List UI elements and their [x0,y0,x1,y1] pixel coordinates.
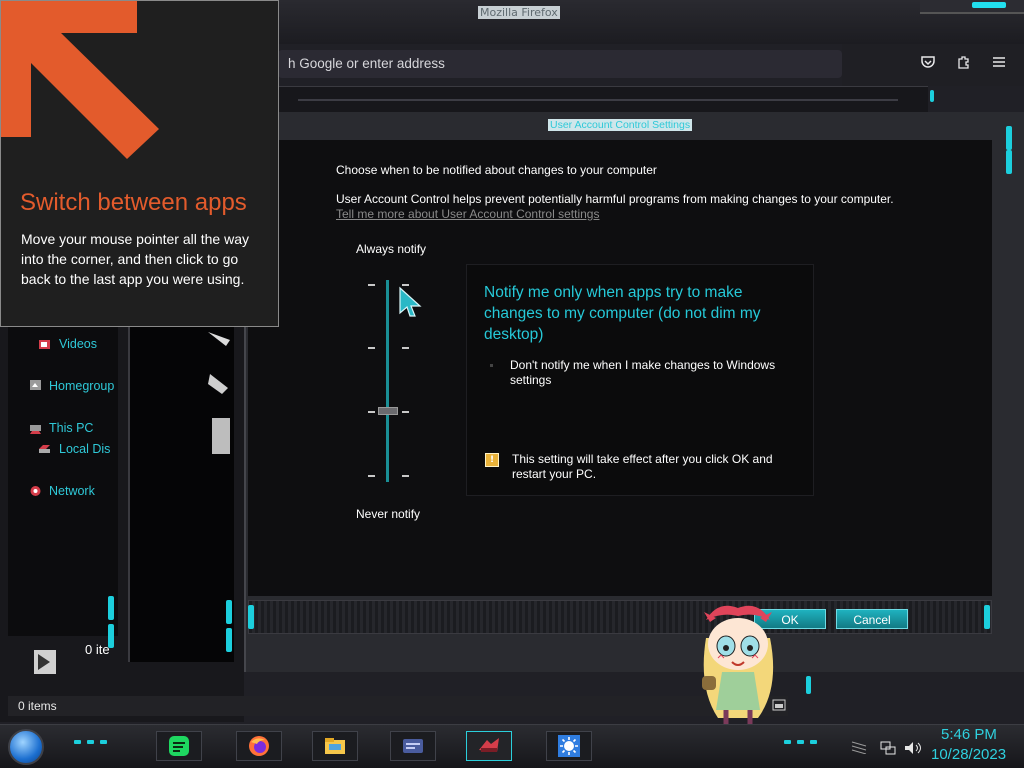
file-explorer-icon [325,738,345,754]
taskbar [0,724,1024,768]
homegroup-icon [30,380,41,390]
uac-shield-icon: ! [485,453,499,467]
slider-tick [368,347,375,349]
video-icon [39,340,50,349]
taskbar-accent [797,740,804,744]
network-icon [30,486,41,496]
frame-accent [226,600,232,624]
setting-title: Notify me only when apps try to make cha… [484,284,761,343]
explorer-content-pane [128,326,234,662]
drive-icon [39,445,50,453]
slider-label-never: Never notify [356,507,421,521]
clock-time[interactable]: 5:46 PM [941,726,997,743]
nav-item-videos[interactable]: Videos [59,337,97,351]
firefox-icon [249,736,269,756]
explorer-items-partial: 0 ite [85,642,110,657]
frame-accent [806,676,811,694]
uac-heading: Choose when to be notified about changes… [336,163,657,177]
uac-help-link[interactable]: Tell me more about User Account Control … [336,207,599,221]
nav-item-this-pc[interactable]: This PC [49,421,93,435]
menu-icon[interactable] [990,54,1008,72]
frame-accent [1006,150,1012,174]
nav-item-homegroup[interactable]: Homegroup [49,379,114,393]
frame-accent [930,90,934,102]
explorer-nav-pane [8,326,118,636]
setting-bullet: Don't notify me when I make changes to W… [510,358,776,387]
frame-accent [226,628,232,652]
taskbar-accent [74,740,81,744]
uac-settings-icon [479,738,499,752]
frame-accent [984,605,990,629]
firefox-window-title: Mozilla Firefox [478,6,560,19]
slider-label-always: Always notify [356,242,427,256]
cancel-button[interactable]: Cancel [836,609,908,629]
uac-description: User Account Control helps prevent poten… [336,192,894,206]
taskbar-accent [810,740,817,744]
folder-thumbnail-icon [34,650,56,674]
window-controls[interactable] [920,0,1024,14]
frame-accent [108,596,114,620]
frame-accent [1006,126,1012,150]
nav-item-local-disk[interactable]: Local Dis [59,442,110,456]
taskbar-accent [87,740,94,744]
taskbar-accent [784,740,791,744]
tip-body: Move your mouse pointer all the way into… [21,231,249,287]
taskbar-accent [100,740,107,744]
desktop: Mozilla Firefox h Google or enter addres… [0,0,1024,768]
brightness-icon [558,735,580,757]
explorer-item-count: 0 items [18,699,57,713]
control-panel-icon [403,739,423,753]
bullet-icon [490,364,493,367]
computer-icon [30,425,41,434]
slider-tick [368,411,375,413]
slider-thumb[interactable] [378,407,398,415]
clock-date[interactable]: 10/28/2023 [931,746,1006,763]
show-desktop-icon[interactable] [851,740,867,754]
mouse-cursor-icon [399,286,422,317]
explorer-status-bar [8,696,788,716]
tip-title: Switch between apps [20,189,247,216]
address-bar-placeholder: h Google or enter address [288,56,445,71]
firefox-content-strip [278,86,928,114]
mascot-sticker [702,605,774,724]
slider-tick [368,284,375,286]
frame-accent [248,605,254,629]
setting-note: This setting will take effect after you … [512,452,773,481]
slider-tick [368,475,375,477]
pocket-icon[interactable] [919,54,937,72]
spotify-icon [169,736,189,756]
notification-slider[interactable] [386,280,389,482]
slider-tick [402,347,409,349]
start-button[interactable] [8,729,44,765]
switch-apps-tip: Switch between apps Move your mouse poin… [0,0,279,327]
nav-item-network[interactable]: Network [49,484,95,498]
extensions-icon[interactable] [955,54,973,72]
slider-tick [402,411,409,413]
slider-tick [402,475,409,477]
volume-icon[interactable] [904,740,922,756]
network-tray-icon[interactable] [880,740,896,756]
corner-arrow-icon [1,1,159,159]
uac-window-title: User Account Control Settings [548,119,693,131]
